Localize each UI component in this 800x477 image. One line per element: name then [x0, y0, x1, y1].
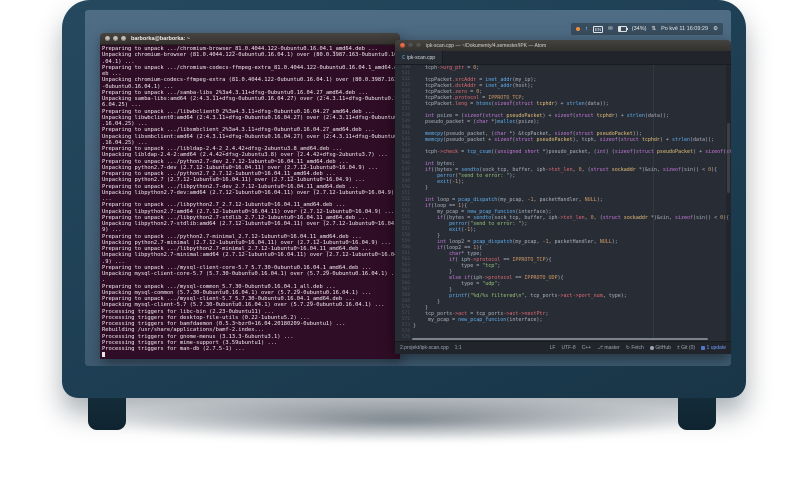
mail-icon[interactable]: ✉	[608, 26, 613, 32]
git-diff-icon: ±	[676, 345, 680, 351]
clock[interactable]: Po kvě 11 16:09:29	[661, 26, 708, 32]
status-update[interactable]: 1 update	[701, 345, 726, 351]
terminal-line: Unpacking mysql-client-core-5.7 (5.7.30-…	[102, 271, 398, 277]
github-icon	[649, 346, 654, 350]
terminal-cursor-line	[102, 352, 400, 358]
terminal-line: Unpacking libpython2.7-dev:amd64 (2.7.12…	[102, 189, 395, 196]
update-icon	[701, 346, 706, 350]
terminal-titlebar[interactable]: barborka@barborka: ~	[100, 33, 400, 45]
status-cursor-position[interactable]: 1:1	[455, 345, 462, 351]
terminal-line: Unpacking libpython2.7-minimal:amd64 (2.…	[102, 252, 398, 259]
code-text: tcph->check = tcp_csum((unsigned short *…	[413, 149, 731, 155]
atom-window-title: ipk-scan.cpp — ~/Dokumenty/4.semester/IP…	[426, 42, 547, 49]
vertical-scrollbar-thumb[interactable]	[727, 123, 730, 193]
terminal-maximize-button[interactable]	[121, 36, 126, 41]
terminal-line: Unpacking samba-libs:amd64 (2:4.3.11+dfs…	[102, 96, 398, 102]
branch-icon: ⎇	[597, 345, 603, 351]
code-text: tcph->urg_ptr = 0;	[413, 65, 480, 71]
horizontal-scrollbar[interactable]	[412, 338, 708, 340]
atom-statusbar: 2.projekt/ipk-scan.cpp 1:1 LF UTF-8 C++ …	[395, 341, 731, 354]
code-text: }	[413, 323, 417, 329]
desktop-screen: ↑ EN ✉ (34%) ⇅ Po kvě 11 16:09:29 ⚙ barb…	[85, 10, 731, 366]
terminal-line: Unpacking libpython2.7-stdlib:amd64 (2.7…	[102, 221, 398, 227]
vertical-scrollbar[interactable]	[726, 65, 731, 341]
terminal-line: Preparing to unpack .../libpython2.7-dev…	[102, 183, 359, 190]
atom-window: ipk-scan.cpp — ~/Dokumenty/4.semester/IP…	[395, 40, 731, 354]
status-line-ending[interactable]: LF	[550, 345, 556, 351]
code-lines: 530 tcph->urg_ptr = 0; 531 532 tcpPacket.s…	[395, 65, 731, 341]
status-git[interactable]: ± Git (0)	[677, 345, 695, 351]
terminal-output[interactable]: Preparing to unpack .../chromium-browser…	[100, 45, 400, 359]
status-git-branch[interactable]: ⎇ master	[597, 345, 620, 351]
upload-arrow-icon[interactable]: ↑	[585, 26, 588, 32]
code-text: memcpy(pseudo_packet + sizeof(struct pse…	[425, 137, 715, 143]
code-text: }	[413, 185, 429, 191]
status-fetch[interactable]: ↻ Fetch	[626, 345, 644, 351]
atom-minimize-button[interactable]	[408, 43, 413, 48]
code-text: pseudo_packet = (char *)malloc(psize);	[413, 119, 540, 125]
session-gear-icon[interactable]: ⚙	[713, 26, 718, 32]
keyboard-layout-indicator[interactable]: EN	[592, 25, 604, 33]
tab-ipk-scan-cpp[interactable]: C ipk-scan.cpp	[395, 51, 444, 64]
status-file-path[interactable]: 2.projekt/ipk-scan.cpp	[400, 345, 449, 351]
fetch-icon: ↻	[625, 345, 630, 351]
code-editor[interactable]: 530 tcph->urg_ptr = 0; 531 532 tcpPacket.s…	[395, 65, 731, 341]
network-arrows-icon[interactable]: ⇅	[651, 26, 656, 32]
code-row: 542 memcpy(pseudo_packet + sizeof(struct…	[395, 137, 731, 143]
status-encoding[interactable]: UTF-8	[561, 345, 575, 351]
atom-tabbar: C ipk-scan.cpp	[395, 51, 731, 65]
terminal-line: Preparing to unpack .../libsmbclient_2%3…	[102, 127, 375, 134]
laptop-floor-shadow	[95, 398, 705, 442]
app-indicator-icon[interactable]	[576, 27, 581, 31]
atom-titlebar[interactable]: ipk-scan.cpp — ~/Dokumenty/4.semester/IP…	[395, 40, 731, 51]
battery-icon[interactable]	[617, 26, 628, 32]
code-text: my_pcap = new_pcap_funcion(interface);	[413, 317, 543, 323]
terminal-line: Unpacking python2.7 (2.7.12-1ubuntu0~16.…	[102, 177, 365, 184]
laptop-frame: ↑ EN ✉ (34%) ⇅ Po kvě 11 16:09:29 ⚙ barb…	[62, 0, 746, 398]
terminal-line: Preparing to unpack .../chromium-codecs-…	[102, 64, 398, 71]
line-number: 575	[401, 335, 410, 340]
terminal-title: barborka@barborka: ~	[131, 35, 191, 42]
tab-label: ipk-scan.cpp	[407, 54, 436, 61]
terminal-close-button[interactable]	[105, 36, 110, 41]
terminal-window: barborka@barborka: ~ Preparing to unpack…	[100, 33, 400, 359]
terminal-line: Preparing to unpack .../python2.7-minima…	[102, 233, 362, 240]
terminal-minimize-button[interactable]	[113, 36, 118, 41]
code-row: 544 tcph->check = tcp_csum((unsigned sho…	[395, 149, 731, 155]
terminal-line: Unpacking mysql-client-5.7 (5.7.30-0ubun…	[102, 302, 385, 309]
cpp-file-icon: C	[402, 54, 406, 61]
system-tray: ↑ EN ✉ (34%) ⇅ Po kvě 11 16:09:29 ⚙	[571, 23, 723, 35]
terminal-line: Unpacking libpython2.7:amd64 (2.7.12-1ub…	[102, 208, 395, 215]
terminal-cursor	[102, 352, 105, 358]
code-text: tcpPacket.leng = htons(sizeof(struct tcp…	[413, 101, 609, 107]
atom-maximize-button[interactable]	[416, 43, 421, 48]
atom-close-button[interactable]	[400, 43, 405, 48]
battery-percentage: (34%)	[631, 26, 647, 32]
code-text: printf("%d/%s filtered\n", tcp_ports->ac…	[449, 293, 627, 299]
terminal-line: Unpacking libldap-2.4-2:amd64 (2.4.42+df…	[102, 152, 388, 159]
status-grammar[interactable]: C++	[582, 345, 591, 351]
status-github[interactable]: GitHub	[649, 345, 671, 351]
wrap-guide	[653, 65, 654, 341]
terminal-line: Unpacking chromium-codecs-ffmpeg-extra (…	[102, 77, 398, 84]
terminal-line: Preparing to unpack .../libwbclient0_2%3…	[102, 108, 375, 115]
terminal-line: Unpacking libsmbclient:amd64 (2:4.3.11+d…	[102, 133, 398, 140]
terminal-line: Unpacking chromium-browser (81.0.4044.12…	[102, 52, 398, 59]
